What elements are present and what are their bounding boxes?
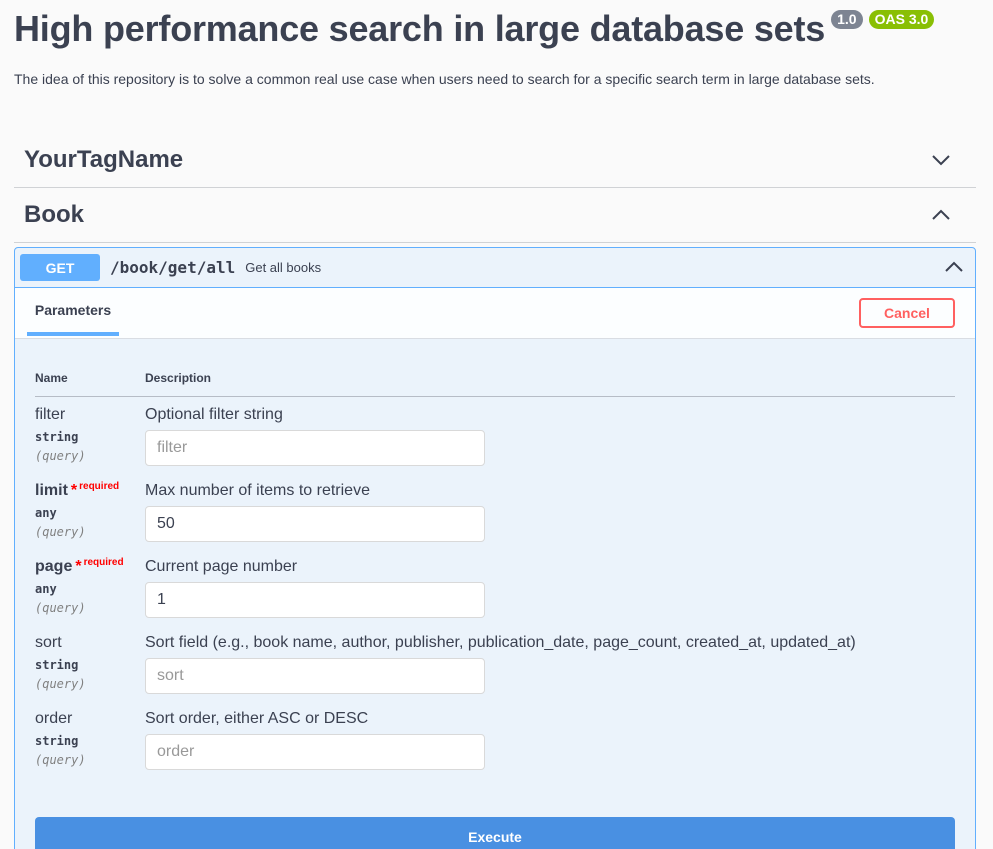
required-star: * [70,482,78,499]
param-name: page * required [35,557,124,576]
param-name: filter [35,406,65,424]
oas-badge: OAS 3.0 [868,10,935,29]
page-title: High performance search in large databas… [14,8,826,49]
execute-button[interactable]: Execute [35,817,955,849]
param-description: Optional filter string [145,406,283,423]
param-type: string [35,734,79,748]
order-input[interactable] [145,734,485,770]
chevron-down-icon[interactable] [932,154,950,166]
param-name-text: filter [35,406,66,423]
operation-block-get-book-all: GET /book/get/all Get all books Paramete… [14,247,976,849]
param-row-sort: sort string (query) Sort field (e.g., bo… [35,625,955,701]
param-row-order: order string (query) Sort order, either … [35,701,955,777]
param-row-limit: limit * required any (query) Max number of… [35,473,955,549]
parameters-table: Name Description filter string (query) O… [35,360,955,777]
tag-section-yourtagname[interactable]: YourTagName [14,133,976,188]
chevron-up-icon[interactable] [932,209,950,221]
operation-summary-text: Get all books [245,260,322,275]
filter-input[interactable] [145,430,485,466]
required-label: required [79,481,120,492]
chevron-up-icon[interactable] [945,261,963,273]
param-description: Max number of items to retrieve [145,482,370,499]
param-description: Sort order, either ASC or DESC [145,710,369,727]
param-name: limit * required [35,481,120,500]
api-title-block: High performance search in large databas… [14,6,935,52]
param-description: Sort field (e.g., book name, author, pub… [145,634,856,651]
param-location: (query) [35,601,86,615]
page-input[interactable] [145,582,485,618]
column-header-name: Name [35,371,68,385]
param-name-text: order [35,710,73,727]
tag-section-book[interactable]: Book [14,188,976,243]
param-type: any [35,582,57,596]
sort-input[interactable] [145,658,485,694]
api-description: The idea of this repository is to solve … [14,71,875,87]
required-label: required [83,557,124,568]
param-name: order [35,710,72,728]
param-type: string [35,430,79,444]
required-star: * [75,558,82,575]
param-name-text: sort [35,634,62,651]
param-location: (query) [35,677,86,691]
param-type: any [35,506,57,520]
param-description: Current page number [145,558,298,575]
param-location: (query) [35,525,86,539]
tab-parameters[interactable]: Parameters [27,288,119,336]
param-location: (query) [35,753,86,767]
param-row-filter: filter string (query) Optional filter st… [35,397,955,473]
version-badge: 1.0 [831,10,863,29]
param-name-text: page [35,558,73,575]
operation-summary[interactable]: GET /book/get/all Get all books [15,248,975,288]
param-location: (query) [35,449,86,463]
operation-path: /book/get/all [110,258,236,277]
limit-input[interactable] [145,506,485,542]
parameters-header: Parameters Cancel [15,288,975,339]
method-badge: GET [20,254,100,281]
parameters-table-header: Name Description [35,360,955,397]
tag-title: YourTagName [24,146,184,173]
tag-title: Book [24,201,84,228]
cancel-button[interactable]: Cancel [859,298,955,328]
param-type: string [35,658,79,672]
param-name-text: limit [35,482,68,499]
param-row-page: page * required any (query) Current page n… [35,549,955,625]
param-name: sort [35,634,62,652]
column-header-description: Description [145,371,212,385]
